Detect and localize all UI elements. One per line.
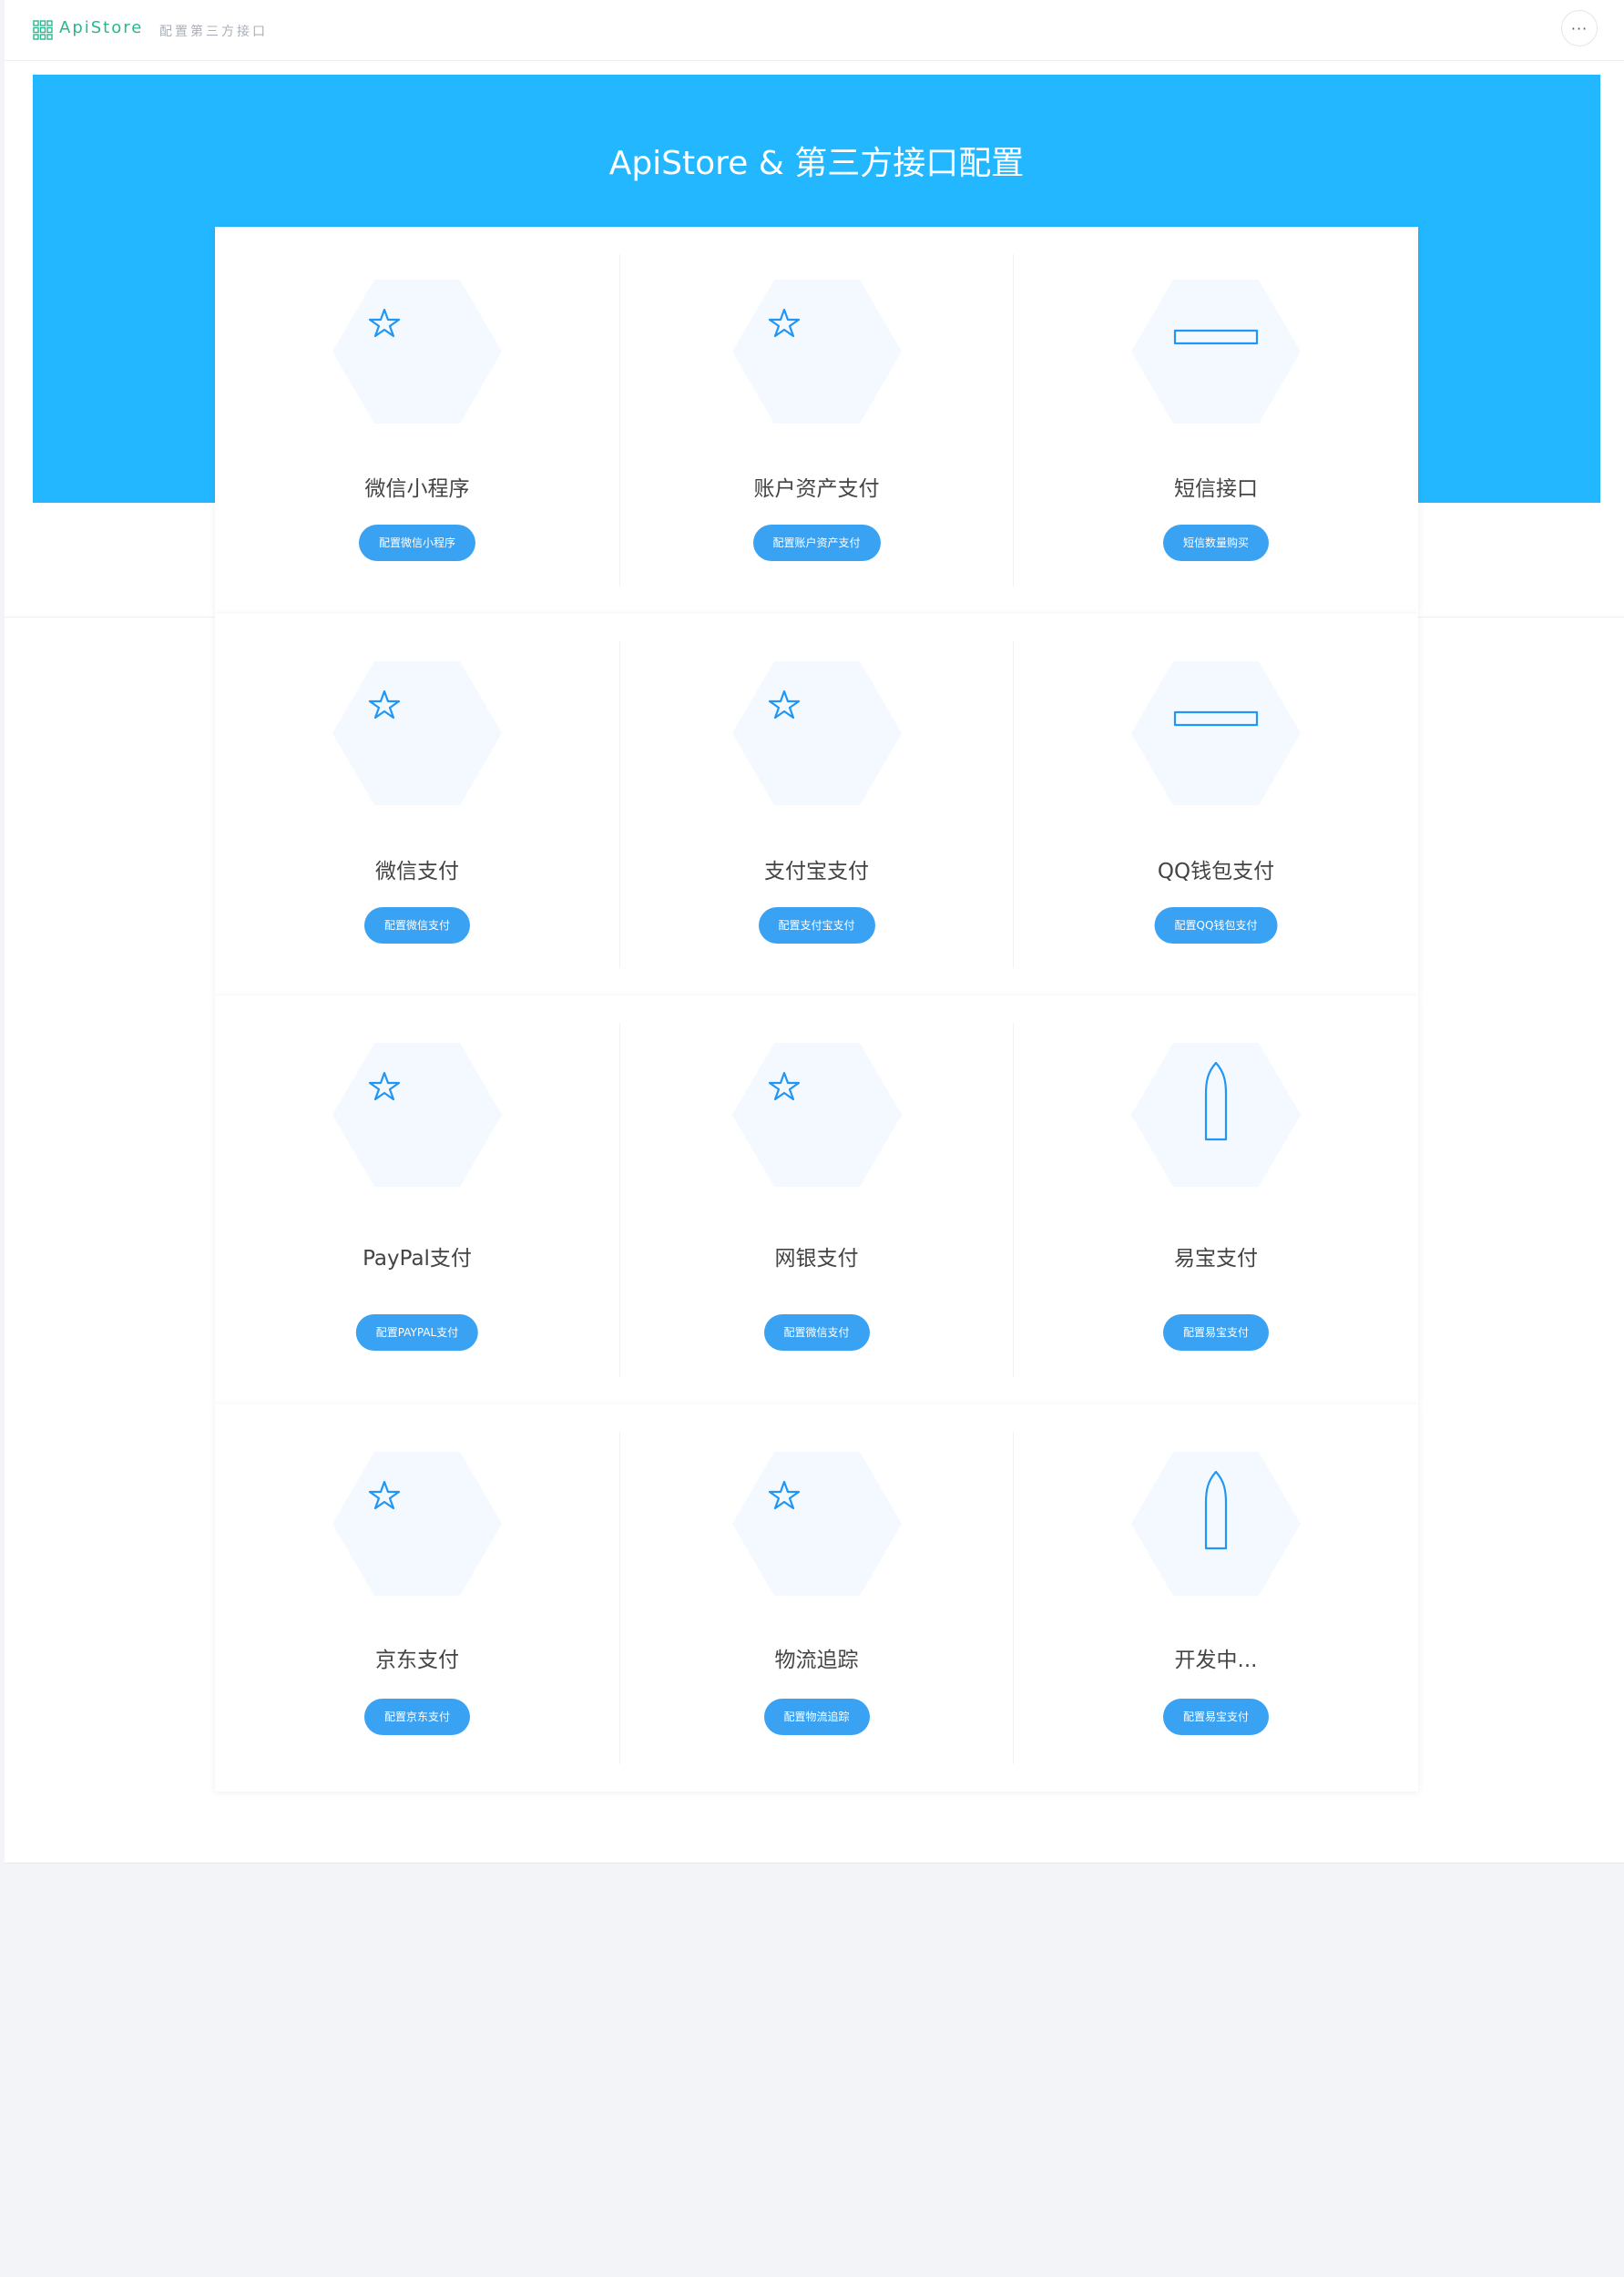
api-card-title: 账户资产支付 <box>753 477 880 501</box>
api-card-title: PayPal支付 <box>363 1247 472 1271</box>
api-card-title: 微信小程序 <box>364 477 470 501</box>
configure-button[interactable]: 配置京东支付 <box>363 1699 471 1735</box>
configure-button[interactable]: 配置微信支付 <box>763 1314 870 1351</box>
rocket-icon <box>1131 1452 1301 1596</box>
rocket-icon <box>1131 1043 1301 1187</box>
stars-icon <box>731 1452 902 1596</box>
api-card: 易宝支付配置易宝支付 <box>1014 996 1418 1404</box>
api-card: 微信小程序配置微信小程序 <box>215 227 619 614</box>
api-card-title: 物流追踪 <box>774 1649 859 1672</box>
configure-button[interactable]: 短信数量购买 <box>1162 525 1270 561</box>
logo-icon <box>33 20 53 40</box>
stars-icon <box>731 1043 902 1187</box>
configure-button[interactable]: 配置账户资产支付 <box>752 525 881 561</box>
page-title: ApiStore & 第三方接口配置 <box>608 145 1025 182</box>
api-card: 支付宝支付配置支付宝支付 <box>619 641 1014 968</box>
api-card-title: 微信支付 <box>375 860 459 883</box>
gift-icon <box>1131 661 1301 805</box>
configure-button[interactable]: 配置易宝支付 <box>1162 1314 1270 1351</box>
api-card-title: QQ钱包支付 <box>1157 860 1275 883</box>
api-card: QQ钱包支付配置QQ钱包支付 <box>1014 614 1418 996</box>
api-card-title: 开发中... <box>1174 1649 1258 1672</box>
stars-icon <box>332 1043 502 1187</box>
api-row: 微信小程序配置微信小程序 账户资产支付配置账户资产支付 短信接口短信数量购买 <box>215 227 1418 614</box>
api-card-title: 短信接口 <box>1174 477 1258 501</box>
api-row: 微信支付配置微信支付 支付宝支付配置支付宝支付 QQ钱包支付配置QQ钱包支付 <box>215 614 1418 996</box>
api-card: 物流追踪配置物流追踪 <box>619 1432 1014 1764</box>
api-card: PayPal支付配置PAYPAL支付 <box>215 996 619 1404</box>
api-grid: 微信小程序配置微信小程序 账户资产支付配置账户资产支付 短信接口短信数量购买 <box>215 227 1418 1792</box>
api-row: 京东支付配置京东支付 物流追踪配置物流追踪 开发中... 配置易宝支付 <box>215 1404 1418 1792</box>
page-subtitle: 配置第三方接口 <box>159 25 268 39</box>
api-card: 京东支付配置京东支付 <box>215 1404 619 1792</box>
api-card-title: 京东支付 <box>375 1649 459 1672</box>
api-card-title: 支付宝支付 <box>764 860 869 883</box>
configure-button[interactable]: 配置PAYPAL支付 <box>355 1314 479 1351</box>
configure-button[interactable]: 配置易宝支付 <box>1162 1699 1270 1735</box>
top-bar: ApiStore 配置第三方接口 ··· <box>5 0 1624 61</box>
api-card: 微信支付配置微信支付 <box>215 614 619 996</box>
configure-button[interactable]: 配置支付宝支付 <box>758 907 875 944</box>
api-row: PayPal支付配置PAYPAL支付 网银支付配置微信支付 易宝支付配置易宝支付 <box>215 996 1418 1404</box>
api-card: 短信接口短信数量购买 <box>1014 227 1418 614</box>
configure-button[interactable]: 配置微信小程序 <box>358 525 476 561</box>
api-card-title: 网银支付 <box>774 1247 859 1271</box>
api-card: 开发中... 配置易宝支付 <box>1014 1404 1418 1792</box>
configure-button[interactable]: 配置微信支付 <box>363 907 471 944</box>
stars-icon <box>332 661 502 805</box>
brand-name[interactable]: ApiStore <box>59 18 143 37</box>
api-card: 网银支付配置微信支付 <box>619 1023 1014 1377</box>
configure-button[interactable]: 配置物流追踪 <box>763 1699 870 1735</box>
api-card-title: 易宝支付 <box>1174 1247 1258 1271</box>
stars-icon <box>731 661 902 805</box>
more-menu-button[interactable]: ··· <box>1561 10 1598 46</box>
stars-icon <box>332 280 502 424</box>
gift-icon <box>1131 280 1301 424</box>
stars-icon <box>731 280 902 424</box>
api-card: 账户资产支付配置账户资产支付 <box>619 254 1014 587</box>
stars-icon <box>332 1452 502 1596</box>
configure-button[interactable]: 配置QQ钱包支付 <box>1154 907 1278 944</box>
